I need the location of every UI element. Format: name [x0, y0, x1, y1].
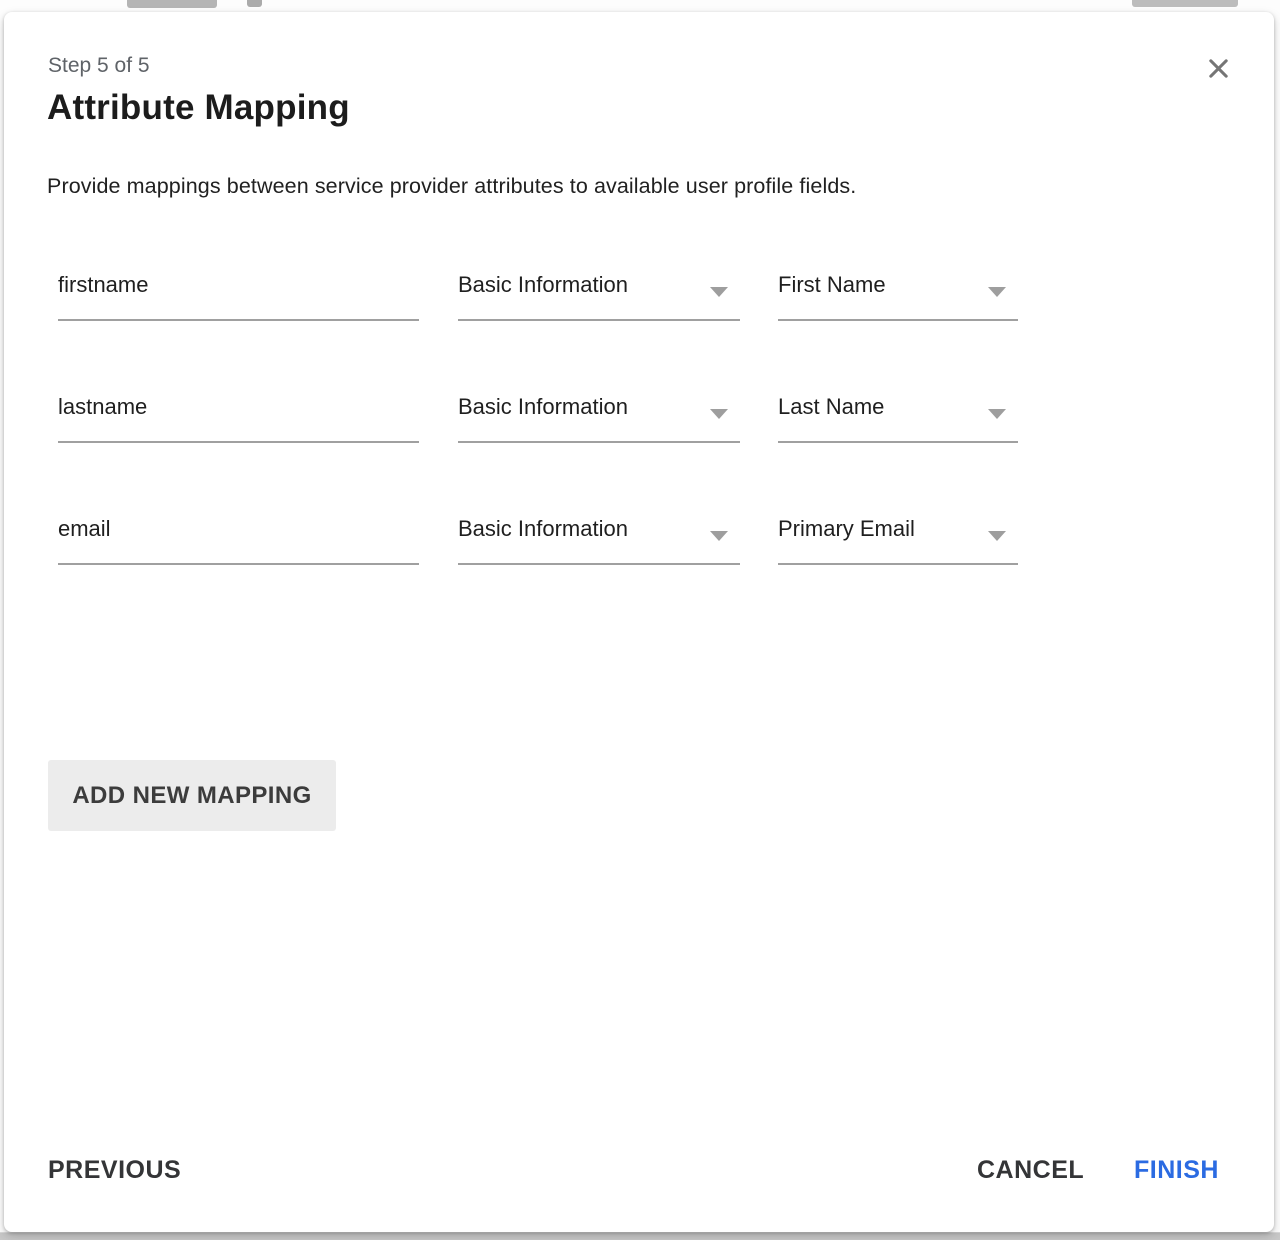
attribute-name-field	[58, 508, 419, 565]
finish-button[interactable]: FINISH	[1134, 1156, 1219, 1185]
chevron-down-icon	[710, 287, 728, 297]
profile-field-select[interactable]: Last Name	[778, 386, 1018, 443]
add-new-mapping-button[interactable]: ADD NEW MAPPING	[48, 760, 336, 831]
category-select[interactable]: Basic Information	[458, 264, 740, 321]
chevron-down-icon	[710, 531, 728, 541]
modal-bottom-shadow	[0, 1232, 1280, 1240]
attribute-name-field	[58, 264, 419, 321]
mapping-row: Basic Information Primary Email	[4, 508, 1274, 565]
attribute-input[interactable]	[58, 386, 419, 420]
attribute-input[interactable]	[58, 264, 419, 298]
background-content-fragment	[1132, 0, 1238, 7]
background-content-fragment	[127, 0, 217, 8]
page-title: Attribute Mapping	[47, 88, 350, 128]
background-caret-fragment	[247, 0, 262, 7]
attribute-mapping-dialog: Step 5 of 5 Attribute Mapping Provide ma…	[4, 12, 1274, 1232]
close-icon	[1207, 57, 1230, 80]
cancel-button[interactable]: CANCEL	[977, 1156, 1084, 1185]
category-select-value: Basic Information	[458, 386, 740, 420]
step-indicator: Step 5 of 5	[48, 54, 150, 78]
mapping-row: Basic Information Last Name	[4, 386, 1274, 443]
close-button[interactable]	[1196, 46, 1240, 90]
profile-field-select-value: Primary Email	[778, 508, 1018, 542]
category-select[interactable]: Basic Information	[458, 508, 740, 565]
category-select-value: Basic Information	[458, 264, 740, 298]
attribute-name-field	[58, 386, 419, 443]
chevron-down-icon	[710, 409, 728, 419]
profile-field-select-value: Last Name	[778, 386, 1018, 420]
chevron-down-icon	[988, 409, 1006, 419]
previous-button[interactable]: PREVIOUS	[48, 1156, 181, 1185]
profile-field-select[interactable]: First Name	[778, 264, 1018, 321]
dialog-description: Provide mappings between service provide…	[47, 174, 856, 199]
chevron-down-icon	[988, 287, 1006, 297]
mapping-row: Basic Information First Name	[4, 264, 1274, 321]
profile-field-select-value: First Name	[778, 264, 1018, 298]
profile-field-select[interactable]: Primary Email	[778, 508, 1018, 565]
attribute-input[interactable]	[58, 508, 419, 542]
category-select-value: Basic Information	[458, 508, 740, 542]
category-select[interactable]: Basic Information	[458, 386, 740, 443]
chevron-down-icon	[988, 531, 1006, 541]
